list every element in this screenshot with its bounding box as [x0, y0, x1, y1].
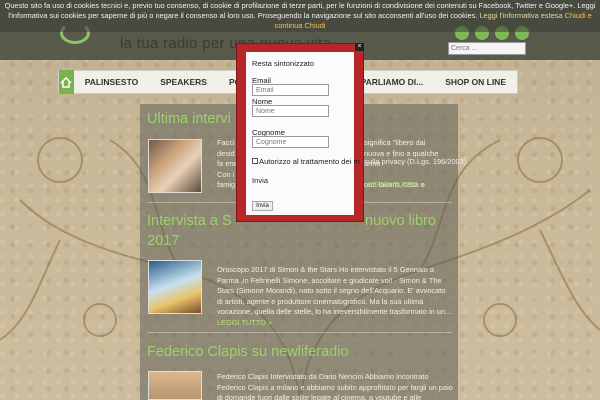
submit-button[interactable]: Invia: [252, 201, 273, 211]
surname-field[interactable]: [252, 136, 329, 148]
nav-item-shop[interactable]: SHOP ON LINE: [434, 70, 517, 94]
post-excerpt-left: Facci desid fa era Con i famig: [217, 138, 236, 189]
post-title[interactable]: Federico Clapis su newliferadio: [147, 344, 349, 360]
search-input[interactable]: [448, 42, 526, 55]
name-field[interactable]: [252, 105, 329, 117]
divider: [147, 332, 452, 333]
post-excerpt: Oroscopo 2017 di Simon & the Stars Ho in…: [217, 265, 452, 327]
post-thumbnail[interactable]: [148, 371, 202, 400]
consent-label: Autorizzo al trattamento dei m: [259, 157, 360, 166]
post-title[interactable]: Intervista a S: [147, 213, 232, 229]
nav-item-speakers[interactable]: SPEAKERS: [149, 70, 218, 94]
post-excerpt: Federico Clapis Intervistato da Dario Ne…: [217, 372, 453, 400]
send-heading: Invia: [252, 176, 269, 185]
cookie-close-link[interactable]: Chiudi: [305, 21, 326, 30]
nav-item-palinsesto[interactable]: PALINSESTO: [74, 70, 150, 94]
read-more-link[interactable]: LEGGI TUTTO »: [217, 318, 272, 327]
read-more-link[interactable]: LEGGI TUTTO »: [369, 180, 424, 189]
post-title[interactable]: Ultima intervi: [147, 111, 231, 127]
privacy-text: ge sulla privacy (D.Lgs. 196/2003).: [354, 157, 469, 166]
cookie-banner: Questo sito fa uso di cookies tecnici e,…: [0, 0, 600, 32]
post-title-line2[interactable]: 2017: [147, 233, 179, 249]
consent-checkbox[interactable]: [252, 158, 258, 164]
email-field[interactable]: [252, 84, 329, 96]
post-thumbnail[interactable]: [148, 260, 202, 314]
close-icon[interactable]: ×: [355, 43, 364, 51]
post-title-right[interactable]: nuovo libro: [365, 213, 436, 229]
nav-home[interactable]: [59, 70, 74, 94]
modal-title: Resta sintonizzato: [252, 59, 315, 68]
home-icon: [60, 76, 72, 88]
post-thumbnail[interactable]: [148, 139, 202, 193]
cookie-info-link[interactable]: Leggi l'informativa estesa: [479, 11, 562, 20]
